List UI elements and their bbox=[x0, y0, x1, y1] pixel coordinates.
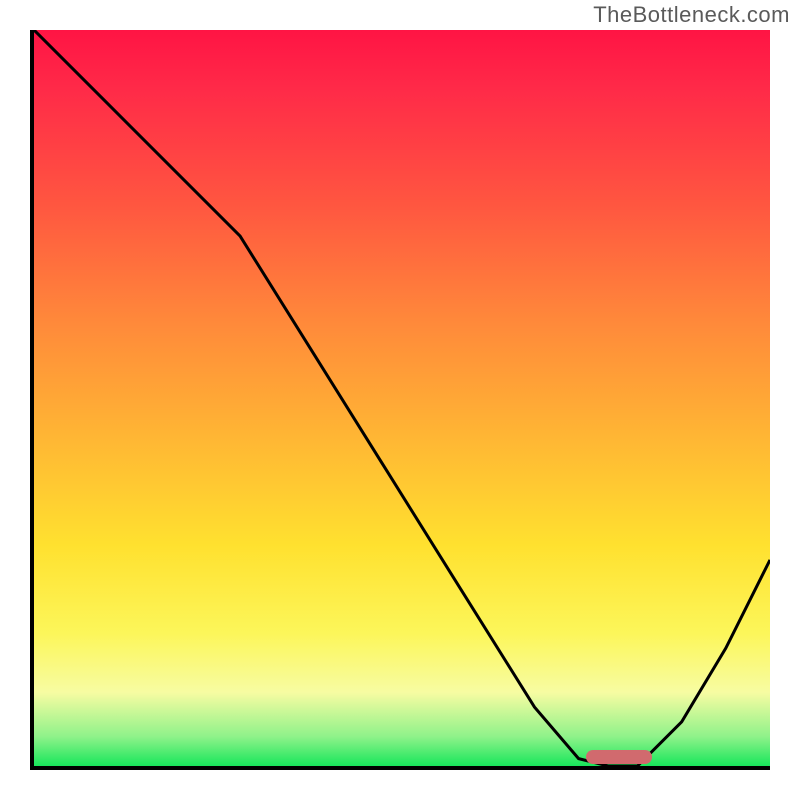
watermark-text: TheBottleneck.com bbox=[593, 2, 790, 28]
curve-path bbox=[34, 30, 770, 766]
optimal-range-marker bbox=[586, 750, 652, 764]
chart-frame: TheBottleneck.com bbox=[0, 0, 800, 800]
plot-area bbox=[30, 30, 770, 770]
bottleneck-curve bbox=[34, 30, 770, 766]
